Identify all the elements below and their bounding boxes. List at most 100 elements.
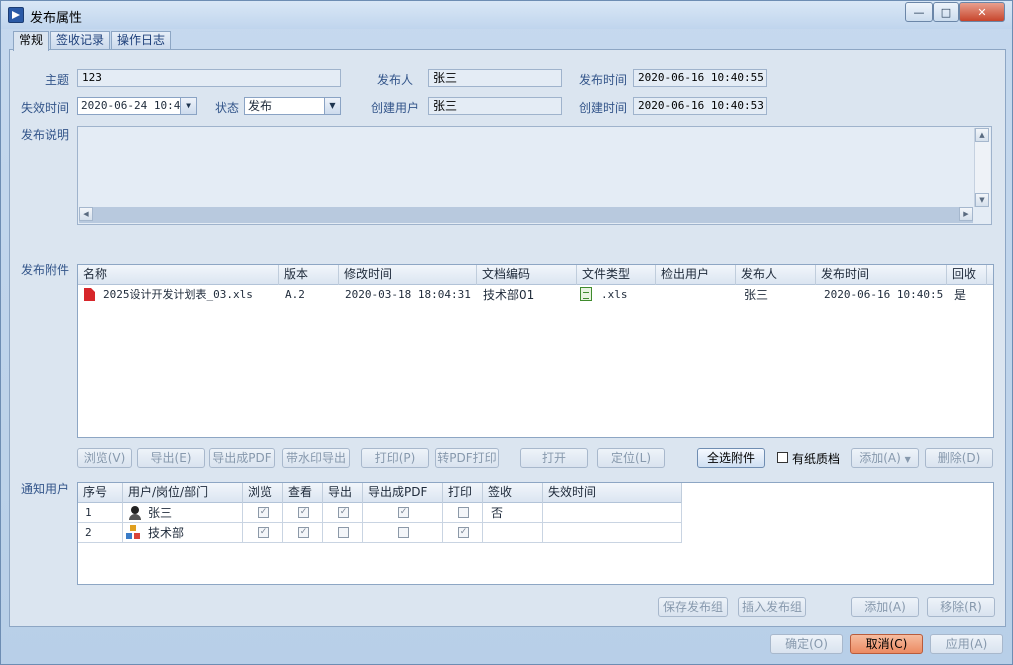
maximize-button[interactable]: □ [933, 2, 959, 22]
scroll-left-icon[interactable]: ◀ [79, 207, 93, 221]
chevron-down-icon[interactable]: ▼ [180, 98, 196, 114]
col-doc-code[interactable]: 文档编码 [477, 265, 577, 285]
paper-archive-checkbox[interactable] [777, 452, 788, 463]
table-row[interactable]: 2 技术部 ✓ ✓ ✓ [78, 523, 682, 543]
attachment-file-type: .xls [601, 288, 628, 301]
notify-header: 序号 用户/岗位/部门 浏览 查看 导出 导出成PDF 打印 签收 失效时间 [78, 483, 682, 503]
browse-checkbox[interactable]: ✓ [258, 507, 269, 518]
export-checkbox[interactable]: ✓ [338, 507, 349, 518]
col-version[interactable]: 版本 [279, 265, 339, 285]
export-checkbox[interactable] [338, 527, 349, 538]
description-textarea[interactable]: ▲ ▼ ◀ ▶ [77, 126, 992, 225]
col-export[interactable]: 导出 [323, 483, 363, 503]
creator-label: 创建用户 [371, 101, 420, 115]
attachment-publish-time: 2020-06-16 10:40:55 [824, 288, 944, 301]
col-sign[interactable]: 签收 [483, 483, 543, 503]
title-bar[interactable]: 发布属性 — □ ✕ [1, 1, 1012, 29]
view-checkbox[interactable]: ✓ [298, 527, 309, 538]
publish-time-field[interactable]: 2020-06-16 10:40:55 [633, 69, 767, 87]
chevron-down-icon[interactable]: ▼ [324, 98, 340, 114]
status-select[interactable]: 发布 ▼ [244, 97, 341, 115]
notify-index: 2 [85, 526, 92, 539]
create-time-field[interactable]: 2020-06-16 10:40:53 [633, 97, 767, 115]
browse-checkbox[interactable]: ✓ [258, 527, 269, 538]
dialog-window: 发布属性 — □ ✕ 常规 签收记录 操作日志 主题 123 发布人 张三 发布… [0, 0, 1013, 665]
publisher-field[interactable]: 张三 [428, 69, 562, 87]
apply-button[interactable]: 应用(A) [930, 634, 1003, 654]
xls-file-icon [84, 288, 95, 301]
add-user-button[interactable]: 添加(A) [851, 597, 919, 617]
col-checkout-user[interactable]: 检出用户 [656, 265, 736, 285]
table-row[interactable]: 1 张三 ✓ ✓ ✓ ✓ 否 [78, 503, 682, 523]
scroll-up-icon[interactable]: ▲ [975, 128, 989, 142]
expire-time-picker[interactable]: 2020-06-24 10:40: ▼ [77, 97, 197, 115]
subject-field[interactable]: 123 [77, 69, 341, 87]
tab-operation-log[interactable]: 操作日志 [111, 31, 172, 50]
export-pdf-checkbox[interactable] [398, 527, 409, 538]
ok-button[interactable]: 确定(O) [770, 634, 843, 654]
description-hscrollbar[interactable]: ◀ ▶ [79, 207, 973, 223]
col-export-pdf[interactable]: 导出成PDF [363, 483, 443, 503]
description-label: 发布说明 [21, 128, 70, 142]
col-publisher[interactable]: 发布人 [736, 265, 816, 285]
status-label: 状态 [215, 101, 240, 115]
window-title: 发布属性 [30, 11, 83, 26]
creator-field[interactable]: 张三 [428, 97, 562, 115]
col-file-type[interactable]: 文件类型 [577, 265, 656, 285]
close-button[interactable]: ✕ [959, 2, 1005, 22]
cancel-button[interactable]: 取消(C) [850, 634, 923, 654]
scroll-down-icon[interactable]: ▼ [975, 193, 989, 207]
attachment-name: 2025设计开发计划表_03.xls [103, 288, 253, 301]
user-icon [128, 506, 141, 520]
attachment-publisher: 张三 [744, 288, 769, 302]
export-pdf-checkbox[interactable]: ✓ [398, 507, 409, 518]
notify-expire [548, 523, 678, 543]
minimize-button[interactable]: — [905, 2, 933, 22]
remove-user-button[interactable]: 移除(R) [927, 597, 995, 617]
export-button[interactable]: 导出(E) [137, 448, 205, 468]
col-index[interactable]: 序号 [78, 483, 123, 503]
watermark-export-button[interactable]: 带水印导出 [282, 448, 350, 468]
tab-sign-records[interactable]: 签收记录 [50, 31, 111, 50]
maximize-icon: □ [940, 5, 952, 19]
insert-publish-group-button[interactable]: 插入发布组 [738, 597, 806, 617]
select-all-attachments-button[interactable]: 全选附件 [697, 448, 765, 468]
delete-attachment-button[interactable]: 删除(D) [925, 448, 993, 468]
col-user[interactable]: 用户/岗位/部门 [123, 483, 243, 503]
attachments-header: 名称 版本 修改时间 文档编码 文件类型 检出用户 发布人 发布时间 回收 [78, 265, 993, 285]
notify-users-label: 通知用户 [21, 482, 70, 496]
browse-button[interactable]: 浏览(V) [77, 448, 132, 468]
paper-archive-label: 有纸质档 [792, 452, 841, 466]
locate-button[interactable]: 定位(L) [597, 448, 665, 468]
description-vscrollbar[interactable]: ▲ ▼ [974, 128, 990, 207]
view-checkbox[interactable]: ✓ [298, 507, 309, 518]
spreadsheet-file-icon [580, 287, 592, 301]
print-button[interactable]: 打印(P) [361, 448, 429, 468]
col-browse[interactable]: 浏览 [243, 483, 283, 503]
pdf-print-button[interactable]: 转PDF打印 [435, 448, 499, 468]
expire-time-label: 失效时间 [21, 101, 70, 115]
tab-bar: 常规 签收记录 操作日志 [13, 31, 172, 51]
attachments-label: 发布附件 [21, 263, 70, 277]
add-attachment-button[interactable]: 添加(A) ▼ [851, 448, 919, 468]
status-value: 发布 [248, 99, 273, 113]
col-modified[interactable]: 修改时间 [339, 265, 477, 285]
col-view[interactable]: 查看 [283, 483, 323, 503]
col-print[interactable]: 打印 [443, 483, 483, 503]
col-recycle[interactable]: 回收 [947, 265, 987, 285]
col-expire[interactable]: 失效时间 [543, 483, 682, 503]
col-publish-time[interactable]: 发布时间 [816, 265, 947, 285]
save-publish-group-button[interactable]: 保存发布组 [658, 597, 728, 617]
open-button[interactable]: 打开 [520, 448, 588, 468]
tab-general[interactable]: 常规 [13, 31, 50, 51]
scroll-right-icon[interactable]: ▶ [959, 207, 973, 221]
print-checkbox[interactable]: ✓ [458, 527, 469, 538]
print-checkbox[interactable] [458, 507, 469, 518]
attachments-table: 名称 版本 修改时间 文档编码 文件类型 检出用户 发布人 发布时间 回收 20… [77, 264, 994, 438]
export-pdf-button[interactable]: 导出成PDF [209, 448, 275, 468]
notify-sign-status: 否 [491, 506, 504, 520]
col-name[interactable]: 名称 [78, 265, 279, 285]
minimize-icon: — [913, 5, 925, 19]
table-row[interactable]: 2025设计开发计划表_03.xls A.2 2020-03-18 18:04:… [78, 285, 993, 305]
expire-time-value: 2020-06-24 10:40: [81, 99, 194, 112]
